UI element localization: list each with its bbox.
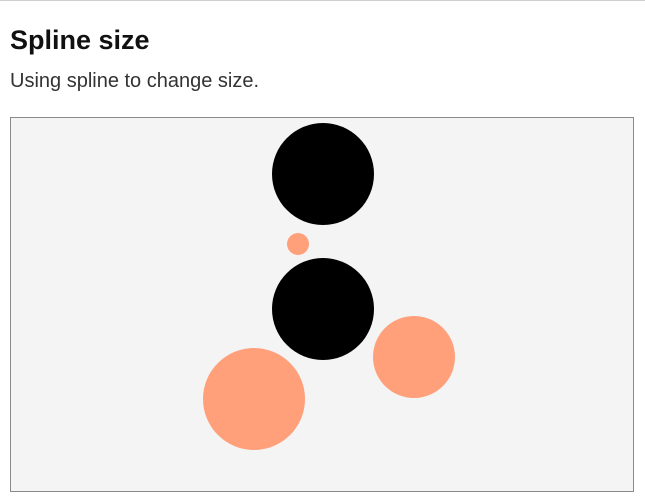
control-point-2[interactable]: [272, 258, 374, 360]
control-point-1[interactable]: [272, 123, 374, 225]
animated-circle-1: [287, 233, 309, 255]
stage-canvas: [203, 123, 455, 450]
page-subtitle: Using spline to change size.: [10, 70, 260, 92]
top-divider: [0, 0, 645, 1]
animation-stage: [10, 117, 634, 492]
page-title: Spline size: [10, 25, 150, 55]
animated-circle-2: [373, 316, 455, 398]
animated-circle-3: [203, 348, 305, 450]
